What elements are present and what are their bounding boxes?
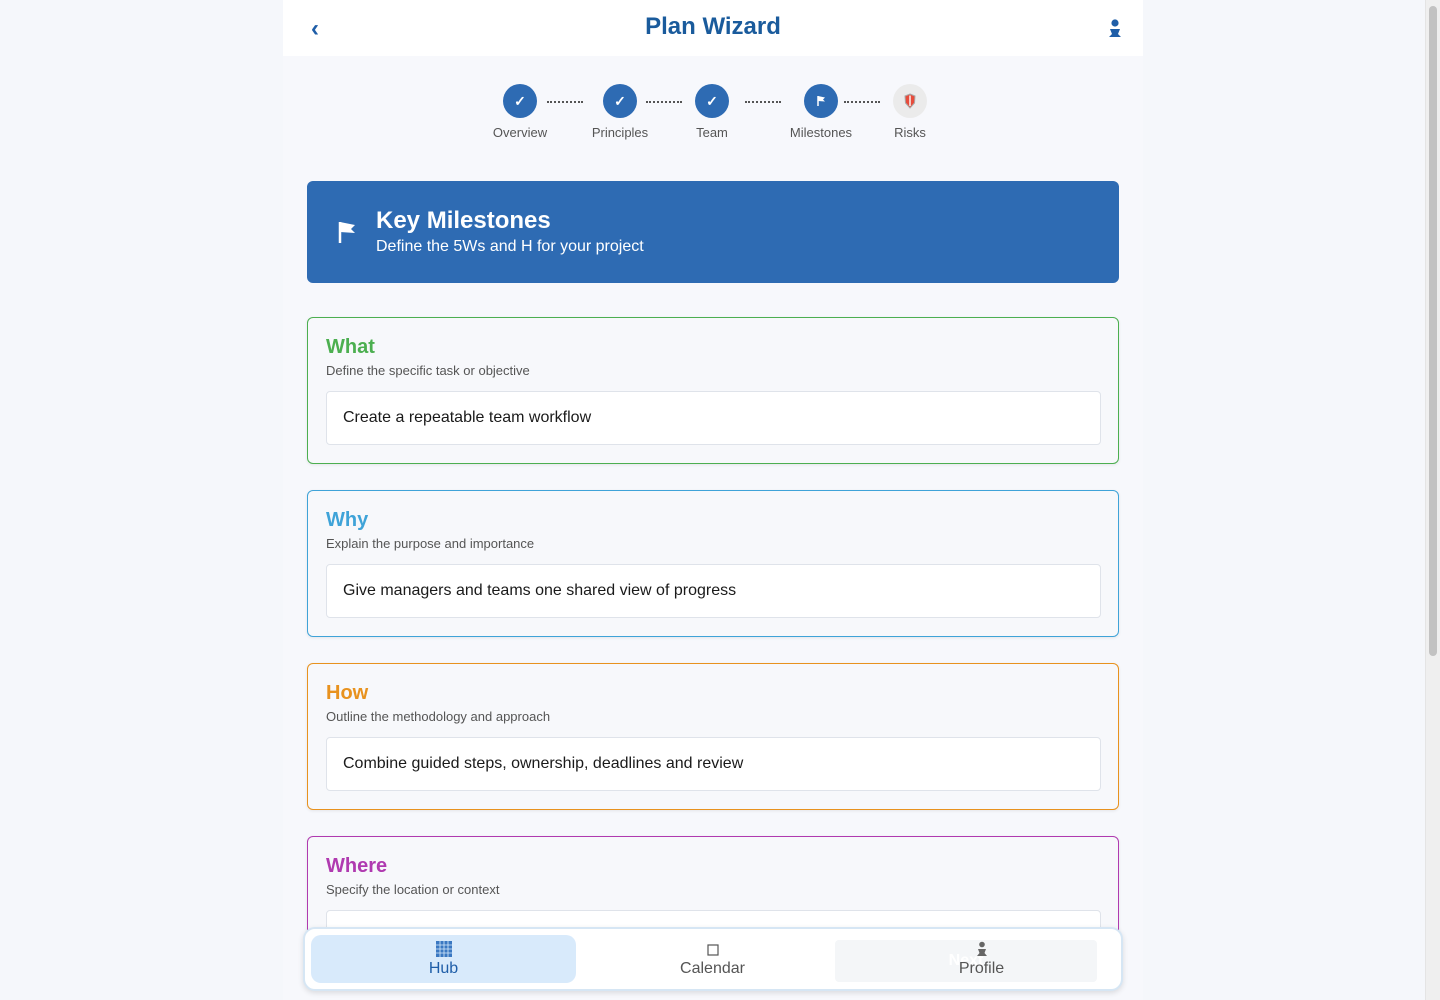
section-title: Key Milestones: [376, 207, 551, 234]
step-label: Milestones: [789, 125, 853, 140]
flag-icon: [338, 222, 355, 243]
step-principles[interactable]: ✓ Principles: [575, 84, 665, 140]
top-bar: ‹ Plan Wizard: [283, 0, 1143, 56]
check-icon: ✓: [695, 84, 729, 118]
step-team[interactable]: ✓ Team: [667, 84, 757, 140]
step-label: Overview: [492, 125, 548, 140]
why-input[interactable]: [326, 564, 1101, 618]
nav-item-profile[interactable]: Profile: [849, 935, 1114, 983]
step-overview[interactable]: ✓ Overview: [475, 84, 565, 140]
card-description: Specify the location or context: [326, 882, 500, 897]
how-input[interactable]: [326, 737, 1101, 791]
section-header: Key Milestones Define the 5Ws and H for …: [307, 181, 1119, 283]
step-label: Principles: [591, 125, 649, 140]
card-description: Define the specific task or objective: [326, 363, 530, 378]
how-card: How Outline the methodology and approach: [307, 663, 1119, 810]
grid-icon: [435, 941, 452, 957]
shield-icon: [893, 84, 927, 118]
card-title: Where: [326, 855, 388, 877]
card-description: Outline the methodology and approach: [326, 709, 551, 724]
what-input[interactable]: [326, 391, 1101, 445]
check-icon: ✓: [503, 84, 537, 118]
page-title: Plan Wizard: [645, 13, 781, 40]
why-card: Why Explain the purpose and importance: [307, 490, 1119, 637]
step-risks[interactable]: Risks: [865, 84, 955, 140]
step-label: Risks: [894, 125, 926, 140]
card-title: How: [326, 682, 369, 704]
plan-wizard-app: ‹ Plan Wizard ✓ Overview ✓ Principles ✓ …: [283, 0, 1143, 1000]
card-description: Explain the purpose and importance: [326, 536, 535, 551]
nav-label: Hub: [428, 960, 459, 977]
nav-label: Profile: [958, 960, 1005, 977]
person-icon: [976, 941, 987, 956]
scrollbar-thumb[interactable]: [1429, 6, 1437, 656]
calendar-icon: [706, 944, 719, 956]
card-title: What: [326, 336, 375, 358]
check-icon: ✓: [603, 84, 637, 118]
card-title: Why: [326, 509, 369, 531]
wizard-stepper: ✓ Overview ✓ Principles ✓ Team Milestone…: [283, 84, 1143, 144]
nav-item-calendar[interactable]: Calendar: [580, 935, 845, 983]
nav-item-hub[interactable]: Hub: [311, 935, 576, 983]
bottom-navigation: Next Hub Calendar Profile: [303, 927, 1123, 991]
what-card: What Define the specific task or objecti…: [307, 317, 1119, 464]
nav-label: Calendar: [680, 960, 745, 977]
flag-icon: [804, 84, 838, 118]
step-milestones[interactable]: Milestones: [776, 84, 866, 140]
page-scrollbar[interactable]: [1425, 0, 1440, 1000]
section-subtitle: Define the 5Ws and H for your project: [376, 238, 644, 255]
step-label: Team: [696, 125, 728, 140]
profile-button[interactable]: [1105, 17, 1125, 41]
person-icon: [1109, 19, 1121, 37]
